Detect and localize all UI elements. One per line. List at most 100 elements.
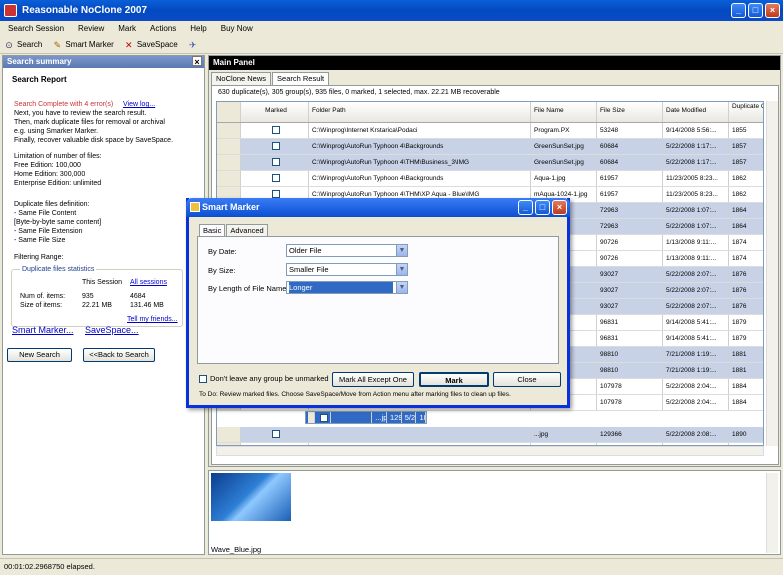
marked-checkbox[interactable]: [272, 126, 280, 135]
marked-checkbox[interactable]: [272, 158, 280, 167]
table-row[interactable]: C:\Winprog\Internet Krstarica\Podaci Prog…: [217, 123, 763, 139]
row-header[interactable]: [217, 171, 241, 186]
smart-marker-button[interactable]: ✎ Smart Marker: [52, 39, 114, 50]
date-cell: 5/22/2008 2:08:...: [663, 427, 729, 442]
tool-button[interactable]: ✈: [188, 40, 198, 50]
savespace-button-label: SaveSpace: [136, 40, 178, 49]
dont-leave-checkbox-row[interactable]: Don't leave any group be unmarked: [199, 374, 329, 383]
dialog-close-action-button[interactable]: Close: [493, 372, 561, 387]
date-cell: 5/22/2008 2:07:...: [663, 299, 729, 314]
marked-cell[interactable]: [241, 171, 309, 186]
menu-mark[interactable]: Mark: [118, 24, 136, 33]
table-row[interactable]: ...jpg1293665/22/2008 2:08:...1890: [217, 427, 763, 443]
size-cell: 72963: [597, 203, 663, 218]
row-header[interactable]: [217, 155, 241, 170]
column-header-marked[interactable]: Marked: [241, 102, 309, 122]
marked-cell[interactable]: [315, 412, 331, 423]
group-cell: 1874: [729, 235, 763, 250]
by-length-select[interactable]: Longer ▼: [286, 281, 408, 294]
tab-noclone-news[interactable]: NoClone News: [211, 72, 272, 85]
group-cell: 1890: [416, 412, 427, 423]
table-row[interactable]: ...jpg1293665/22/2008 2:08:...1890: [305, 411, 427, 424]
dialog-minimize-button[interactable]: _: [518, 200, 533, 215]
size-cell: 129366: [387, 412, 402, 423]
marked-cell[interactable]: [241, 427, 309, 442]
search-button[interactable]: ⊙ Search: [4, 40, 42, 50]
path-cell: C:\Winprog\AutoRun Typhoon 4\THM\Busines…: [309, 155, 531, 170]
window-title: Reasonable NoClone 2007: [22, 5, 148, 16]
preview-scrollbar[interactable]: [766, 473, 778, 553]
row-header[interactable]: [217, 427, 241, 442]
group-cell: 1876: [729, 283, 763, 298]
date-cell: 11/23/2005 8:23...: [663, 171, 729, 186]
search-summary-header: Search summary ×: [3, 56, 204, 68]
chevron-down-icon: ▼: [396, 245, 407, 256]
group-cell: 1855: [729, 123, 763, 138]
table-row[interactable]: C:\Winprog\AutoRun Typhoon 4\Backgrounds…: [217, 171, 763, 187]
column-header-folder-path[interactable]: Folder Path: [309, 102, 531, 122]
date-cell: 1/13/2008 9:11:...: [663, 235, 729, 250]
path-cell: C:\Winprog\Internet Krstarica\Podaci: [309, 123, 531, 138]
column-header-file-size[interactable]: File Size: [597, 102, 663, 122]
stats-box: Duplicate files statistics This Session …: [11, 265, 183, 327]
main-panel-header: Main Panel: [209, 56, 780, 70]
view-log-link[interactable]: View log...: [123, 100, 155, 109]
close-button[interactable]: ×: [765, 3, 780, 18]
menu-help[interactable]: Help: [190, 24, 206, 33]
column-header-date-modified[interactable]: Date Modified: [663, 102, 729, 122]
dialog-maximize-button[interactable]: □: [535, 200, 550, 215]
marked-checkbox[interactable]: [272, 430, 280, 439]
row-header[interactable]: [217, 123, 241, 138]
tell-friends-link[interactable]: Tell my friends...: [127, 315, 178, 324]
mark-button[interactable]: Mark: [419, 372, 489, 387]
group-cell: 1884: [729, 395, 763, 410]
maximize-button[interactable]: □: [748, 3, 763, 18]
dialog-close-button[interactable]: ×: [552, 200, 567, 215]
tab-search-result[interactable]: Search Result: [272, 72, 330, 86]
mark-all-except-one-button[interactable]: Mark All Except One: [332, 372, 414, 387]
filtering-range-label: Filtering Range:: [14, 254, 64, 261]
date-cell: 9/14/2008 5:41:...: [663, 331, 729, 346]
dialog-icon: [190, 202, 200, 212]
group-cell: 1876: [729, 267, 763, 282]
name-cell: Aqua-1.jpg: [531, 171, 597, 186]
by-date-select[interactable]: Older File ▼: [286, 244, 408, 257]
back-to-search-button[interactable]: <<Back to Search: [83, 348, 155, 362]
column-header-file-name[interactable]: File Name: [531, 102, 597, 122]
all-sessions-link[interactable]: All sessions: [130, 278, 167, 287]
tab-advanced[interactable]: Advanced: [226, 224, 268, 236]
smart-marker-link[interactable]: Smart Marker...: [12, 325, 74, 336]
by-size-select[interactable]: Smaller File ▼: [286, 263, 408, 276]
size-cell: 93027: [597, 267, 663, 282]
row-header[interactable]: [217, 139, 241, 154]
close-panel-icon[interactable]: ×: [192, 56, 202, 67]
marked-cell[interactable]: [241, 155, 309, 170]
menu-buy-now[interactable]: Buy Now: [221, 24, 253, 33]
pen-icon: ✎: [53, 39, 62, 50]
name-cell: GreenSunSet.jpg: [531, 139, 597, 154]
image-thumbnail[interactable]: [211, 473, 291, 521]
marked-checkbox[interactable]: [272, 174, 280, 183]
table-row[interactable]: C:\Winprog\AutoRun Typhoon 4\THM\Busines…: [217, 155, 763, 171]
savespace-link[interactable]: SaveSpace...: [85, 325, 139, 336]
dont-leave-checkbox[interactable]: [199, 374, 207, 383]
marked-cell[interactable]: [241, 139, 309, 154]
new-search-button[interactable]: New Search: [7, 348, 72, 362]
savespace-button[interactable]: ✕ SaveSpace: [124, 40, 178, 50]
minimize-button[interactable]: _: [731, 3, 746, 18]
row-header[interactable]: [308, 412, 316, 423]
menu-review[interactable]: Review: [78, 24, 104, 33]
size-cell: 98810: [597, 363, 663, 378]
vertical-scrollbar[interactable]: [766, 101, 778, 446]
horizontal-scrollbar[interactable]: [216, 446, 764, 456]
column-header-duplicate-group[interactable]: Duplicate Group: [729, 102, 763, 122]
marked-cell[interactable]: [241, 123, 309, 138]
table-row[interactable]: C:\Winprog\AutoRun Typhoon 4\Backgrounds…: [217, 139, 763, 155]
date-cell: 5/22/2008 1:07:...: [663, 203, 729, 218]
marked-checkbox[interactable]: [272, 142, 280, 151]
menu-actions[interactable]: Actions: [150, 24, 176, 33]
name-cell: GreenSunSet.jpg: [531, 155, 597, 170]
marked-checkbox[interactable]: [320, 414, 328, 423]
menu-search-session[interactable]: Search Session: [8, 24, 64, 33]
title-bar: Reasonable NoClone 2007 _ □ ×: [0, 0, 783, 21]
